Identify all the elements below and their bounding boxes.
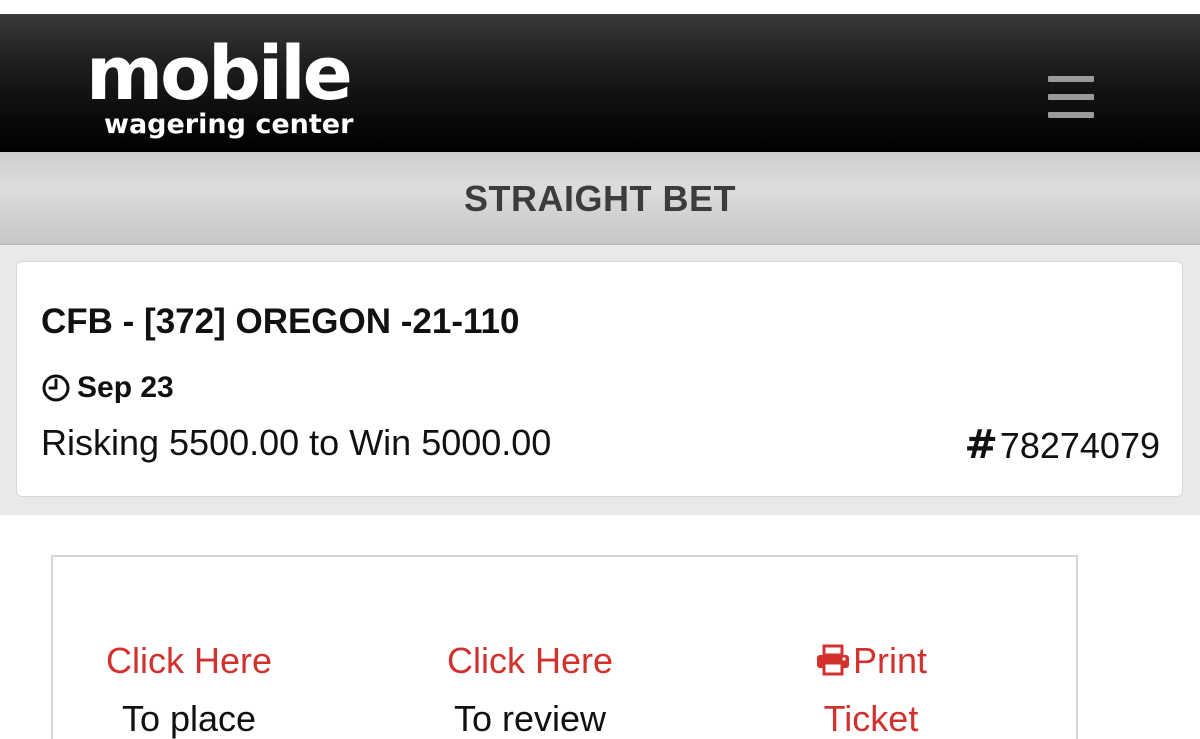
review-bet-action[interactable]: Click Here To review: [400, 641, 660, 739]
hamburger-menu-icon[interactable]: [1040, 70, 1104, 134]
menu-bar-middle: [1048, 94, 1094, 100]
print-ticket-label: Print: [852, 640, 928, 681]
bet-amount: Risking 5500.00 to Win 5000.00: [41, 422, 552, 463]
menu-bar-top: [1048, 76, 1094, 82]
hash-icon: #: [964, 422, 998, 468]
review-bet-desc: To review: [453, 698, 607, 739]
bet-title: CFB - [372] OREGON -21-110: [41, 302, 520, 341]
bet-date: Sep 23: [77, 371, 174, 404]
clock-icon: [42, 374, 70, 402]
ticket-number-value: 78274079: [999, 425, 1160, 466]
print-ticket-action[interactable]: Print Ticket: [741, 641, 1001, 739]
logo[interactable]: mobile wagering center: [86, 34, 386, 144]
page: mobile wagering center STRAIGHT BET CFB …: [0, 0, 1200, 739]
logo-main-text: mobile: [86, 31, 353, 117]
menu-bar-bottom: [1048, 112, 1094, 118]
top-strip: [0, 0, 1200, 14]
app-header: mobile wagering center: [0, 14, 1200, 152]
page-title-bar: STRAIGHT BET: [0, 152, 1200, 245]
print-ticket-desc[interactable]: Ticket: [741, 699, 1001, 739]
place-bet-action[interactable]: Click Here To place: [59, 641, 319, 739]
place-bet-desc: To place: [121, 698, 257, 739]
logo-sub-text: wagering center: [104, 109, 354, 140]
bet-card: CFB - [372] OREGON -21-110 Sep 23 Riskin…: [16, 261, 1183, 497]
bet-date-row: Sep 23: [41, 368, 174, 408]
review-bet-link[interactable]: Click Here: [400, 641, 660, 681]
place-bet-link[interactable]: Click Here: [59, 641, 319, 681]
print-ticket-link[interactable]: Print: [741, 641, 1001, 681]
bet-card-area: CFB - [372] OREGON -21-110 Sep 23 Riskin…: [0, 245, 1200, 515]
ticket-number: # 78274079: [964, 422, 1160, 468]
print-icon: [816, 644, 849, 676]
actions-box: Click Here To place Click Here To review…: [51, 555, 1078, 739]
page-title: STRAIGHT BET: [464, 178, 736, 219]
